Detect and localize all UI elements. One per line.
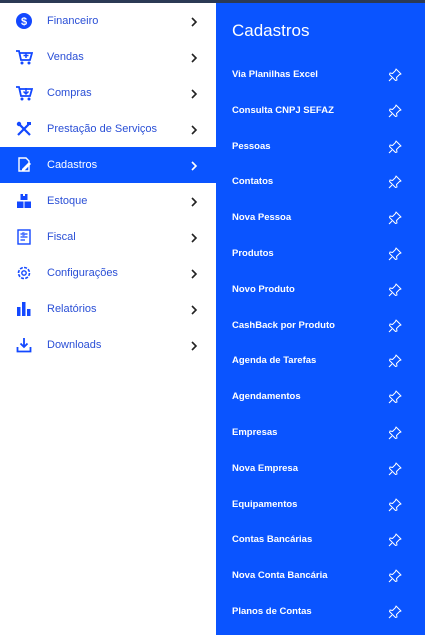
sidebar-item-prestacao-de-servicos[interactable]: Prestação de Serviços: [0, 111, 216, 147]
submenu-item[interactable]: Empresas: [216, 417, 425, 449]
pin-icon[interactable]: [388, 462, 402, 476]
submenu-item-label: Via Planilhas Excel: [232, 69, 318, 80]
submenu-item[interactable]: Agendamentos: [216, 381, 425, 413]
dollar-circle-icon: $: [15, 12, 33, 30]
cadastros-submenu-panel: Cadastros Via Planilhas Excel Consulta CN…: [216, 3, 425, 635]
submenu-item-label: Novo Produto: [232, 283, 295, 295]
pin-icon[interactable]: [388, 354, 402, 368]
submenu-item-label: Contas Bancárias: [232, 534, 313, 546]
tools-icon: [15, 120, 33, 138]
sidebar-item-label: Prestação de Serviços: [47, 123, 158, 135]
submenu-item[interactable]: Produtos: [216, 238, 425, 270]
sidebar-item-label: Configurações: [47, 267, 118, 279]
cart-plus-icon: [15, 48, 33, 66]
submenu-item[interactable]: Nova Pessoa: [216, 202, 425, 234]
submenu-item[interactable]: Nova Empresa: [216, 453, 425, 485]
submenu-item[interactable]: Consulta CNPJ SEFAZ: [216, 95, 425, 127]
chevron-right-icon: [188, 87, 200, 99]
chevron-right-icon: [188, 195, 200, 207]
submenu-item[interactable]: Novo Produto: [216, 274, 425, 306]
pin-icon[interactable]: [388, 247, 402, 261]
cart-download-icon: [15, 84, 33, 102]
sidebar-item-label: Compras: [47, 87, 92, 99]
submenu-title: Cadastros: [232, 21, 310, 40]
chevron-right-icon: [188, 339, 200, 351]
sidebar-item-vendas[interactable]: Vendas: [0, 39, 216, 75]
bar-chart-icon: [15, 300, 33, 318]
sidebar-item-financeiro[interactable]: $ Financeiro: [0, 3, 216, 39]
sidebar-menu: $ Financeiro Vendas Compras Prestação de…: [0, 3, 216, 635]
pin-icon[interactable]: [388, 390, 402, 404]
boxes-icon: [15, 192, 33, 210]
sidebar-item-label: Vendas: [47, 51, 84, 63]
sidebar-item-label: Fiscal: [47, 231, 76, 243]
submenu-item[interactable]: Pessoas: [216, 131, 425, 163]
chevron-right-icon: [188, 51, 200, 63]
submenu-item-label: Consulta CNPJ SEFAZ: [232, 104, 334, 116]
submenu-item[interactable]: Via Planilhas Excel: [216, 59, 425, 91]
sidebar-item-compras[interactable]: Compras: [0, 75, 216, 111]
submenu-item[interactable]: Contatos: [216, 166, 425, 198]
chevron-right-icon: [188, 15, 200, 27]
pin-icon[interactable]: [388, 533, 402, 547]
pin-icon[interactable]: [388, 569, 402, 583]
pin-icon[interactable]: [388, 104, 402, 118]
sidebar-item-label: Relatórios: [47, 303, 97, 315]
chevron-right-icon: [188, 231, 200, 243]
chevron-right-icon: [188, 159, 200, 171]
submenu-item-label: Equipamentos: [232, 498, 298, 510]
download-icon: [15, 336, 33, 354]
sidebar-item-estoque[interactable]: Estoque: [0, 183, 216, 219]
submenu-item-label: Agendamentos: [232, 391, 301, 403]
submenu-item-label: Agenda de Tarefas: [232, 355, 317, 367]
pin-icon[interactable]: [388, 283, 402, 297]
sidebar-item-cadastros[interactable]: Cadastros: [0, 147, 216, 183]
submenu-item[interactable]: Agenda de Tarefas: [216, 345, 425, 377]
pin-icon[interactable]: [388, 68, 402, 82]
pin-icon[interactable]: [388, 319, 402, 333]
svg-text:$: $: [22, 232, 25, 238]
sidebar-item-label: Financeiro: [47, 15, 99, 27]
submenu-item[interactable]: Planos de Contas: [216, 596, 425, 628]
sidebar-item-downloads[interactable]: Downloads: [0, 327, 216, 363]
pin-icon[interactable]: [388, 426, 402, 440]
sidebar-item-label: Cadastros: [47, 159, 98, 171]
svg-text:$: $: [21, 16, 27, 28]
edit-document-icon: [15, 156, 33, 174]
chevron-right-icon: [188, 123, 200, 135]
pin-icon[interactable]: [388, 498, 402, 512]
pin-icon[interactable]: [388, 211, 402, 225]
submenu-item-label: Nova Conta Bancária: [232, 570, 328, 582]
sidebar-item-label: Downloads: [47, 339, 102, 351]
submenu-item-label: Empresas: [232, 427, 278, 438]
submenu-item-label: Contatos: [232, 176, 274, 188]
pin-icon[interactable]: [388, 605, 402, 619]
submenu-item[interactable]: CashBack por Produto: [216, 310, 425, 342]
receipt-icon: $: [15, 228, 33, 246]
submenu-item[interactable]: Equipamentos: [216, 489, 425, 521]
submenu-item-label: Nova Empresa: [232, 462, 299, 474]
submenu-item[interactable]: Nova Conta Bancária: [216, 560, 425, 592]
gear-icon: [15, 264, 33, 282]
chevron-right-icon: [188, 303, 200, 315]
submenu-item-label: Planos de Contas: [232, 606, 312, 617]
chevron-right-icon: [188, 267, 200, 279]
submenu-item-label: Pessoas: [232, 140, 271, 152]
submenu-item-label: CashBack por Produto: [232, 319, 335, 331]
pin-icon[interactable]: [388, 140, 402, 154]
pin-icon[interactable]: [388, 175, 402, 189]
sidebar-item-fiscal[interactable]: $ Fiscal: [0, 219, 216, 255]
submenu-item-label: Produtos: [232, 248, 274, 259]
sidebar-item-relatorios[interactable]: Relatórios: [0, 291, 216, 327]
sidebar-item-configuracoes[interactable]: Configurações: [0, 255, 216, 291]
sidebar-item-label: Estoque: [47, 195, 88, 207]
submenu-item[interactable]: Contas Bancárias: [216, 524, 425, 556]
submenu-item-label: Nova Pessoa: [232, 212, 292, 224]
